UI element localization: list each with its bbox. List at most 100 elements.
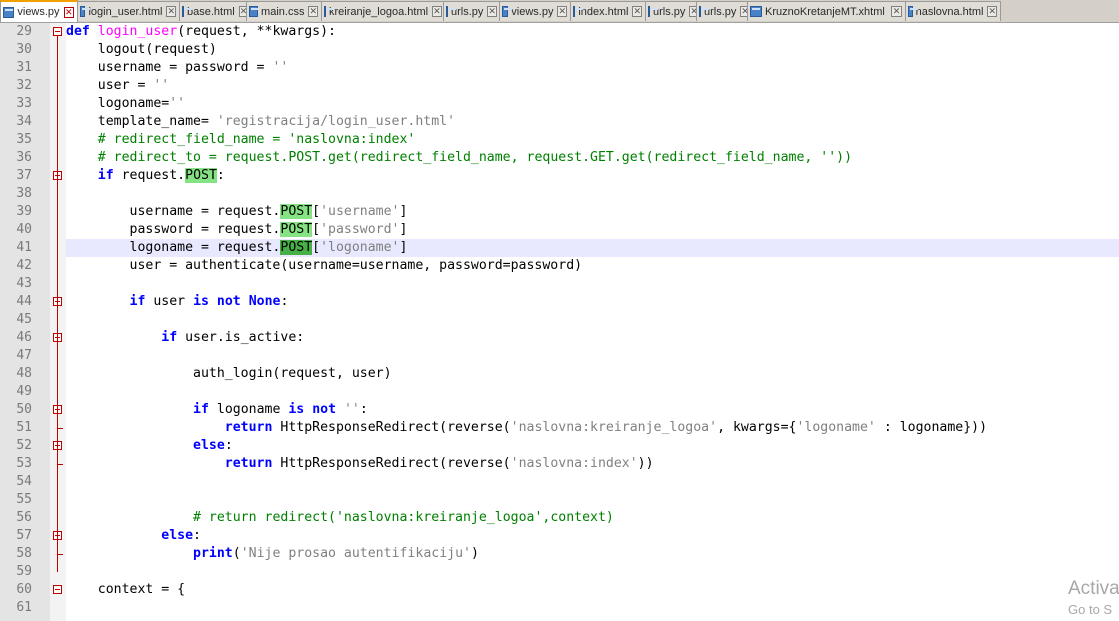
code-line[interactable]: else: <box>66 527 201 545</box>
tab-9[interactable]: urls.py ✕ <box>696 1 750 21</box>
line-number: 60 <box>16 582 32 597</box>
close-icon[interactable]: ✕ <box>891 6 902 17</box>
file-icon <box>446 6 456 17</box>
code-line[interactable]: # redirect_to = request.POST.get(redirec… <box>66 149 852 167</box>
tab-11[interactable]: naslovna.html ✕ <box>905 1 1001 21</box>
line-number: 47 <box>16 348 32 363</box>
line-number: 31 <box>16 60 32 75</box>
code-editor[interactable]: 29 def login_user(request, **kwargs): 30 l… <box>0 23 1119 621</box>
code-line[interactable]: logoname='' <box>66 95 185 113</box>
file-icon <box>249 6 260 17</box>
tab-7[interactable]: index.html ✕ <box>570 1 646 21</box>
code-line[interactable]: return HttpResponseRedirect(reverse('nas… <box>66 455 654 473</box>
file-icon <box>324 6 334 17</box>
code-line[interactable]: if logoname is not '': <box>66 401 368 419</box>
code-line[interactable]: auth_login(request, user) <box>66 365 392 383</box>
line-number: 55 <box>16 492 32 507</box>
close-icon[interactable]: ✕ <box>632 6 642 17</box>
tab-label: index.html <box>578 5 629 18</box>
tab-2[interactable]: base.html ✕ <box>179 1 249 21</box>
tab-label: urls.py <box>451 5 484 18</box>
watermark-line-2: Go to S <box>1068 602 1113 617</box>
line-number: 45 <box>16 312 32 327</box>
line-number: 37 <box>16 168 32 183</box>
code-line[interactable]: return HttpResponseRedirect(reverse('nas… <box>66 419 987 437</box>
tab-label: urls.py <box>704 5 737 18</box>
tab-label: KruznoKretanjeMT.xhtml <box>765 5 885 18</box>
line-number: 34 <box>16 114 32 129</box>
tab-label: urls.py <box>653 5 686 18</box>
line-number: 29 <box>16 24 32 39</box>
line-number: 56 <box>16 510 32 525</box>
line-number: 36 <box>16 150 32 165</box>
code-line[interactable]: # redirect_field_name = 'naslovna:index' <box>66 131 416 149</box>
close-icon[interactable]: ✕ <box>63 6 74 18</box>
tab-bar: views.py ✕ login_user.html ✕ base.html ✕ main.… <box>0 0 1119 23</box>
code-line[interactable]: else: <box>66 437 233 455</box>
file-icon <box>502 6 513 17</box>
code-line[interactable]: def login_user(request, **kwargs): <box>66 23 336 41</box>
tab-5[interactable]: urls.py ✕ <box>443 1 500 21</box>
close-icon[interactable]: ✕ <box>308 6 318 17</box>
tab-label: main.css <box>261 5 305 18</box>
tab-1[interactable]: login_user.html ✕ <box>77 1 180 21</box>
fold-minus-icon[interactable] <box>53 27 62 36</box>
code-line[interactable]: username = password = '' <box>66 59 289 77</box>
tab-label: naslovna.html <box>915 5 984 18</box>
code-line[interactable]: context = { <box>66 581 185 599</box>
line-number: 30 <box>16 42 32 57</box>
line-number: 52 <box>16 438 32 453</box>
file-icon <box>80 6 91 17</box>
code-line[interactable]: logout(request) <box>66 41 217 59</box>
line-number: 39 <box>16 204 32 219</box>
line-number: 32 <box>16 78 32 93</box>
code-line[interactable]: password = request.POST['password'] <box>66 221 407 239</box>
close-icon[interactable]: ✕ <box>557 6 567 17</box>
tab-label: login_user.html <box>88 5 163 18</box>
line-number: 44 <box>16 294 32 309</box>
file-icon <box>750 6 762 17</box>
line-number: 48 <box>16 366 32 381</box>
code-line[interactable]: user = authenticate(username=username, p… <box>66 257 583 275</box>
line-number: 61 <box>16 600 32 615</box>
line-number: 35 <box>16 132 32 147</box>
line-number: 59 <box>16 564 32 579</box>
line-number: 58 <box>16 546 32 561</box>
line-number: 57 <box>16 528 32 543</box>
tab-label: base.html <box>187 5 235 18</box>
line-number: 50 <box>16 402 32 417</box>
fold-end-marker <box>57 464 63 465</box>
close-icon[interactable]: ✕ <box>987 6 997 17</box>
code-line[interactable]: if user is not None: <box>66 293 289 311</box>
tab-4[interactable]: kreiranje_logoa.html ✕ <box>321 1 444 21</box>
code-line[interactable]: template_name= 'registracija/login_user.… <box>66 113 455 131</box>
file-icon <box>3 6 15 18</box>
file-icon <box>182 6 192 17</box>
tab-6[interactable]: views.py ✕ <box>499 1 571 21</box>
tab-10[interactable]: KruznoKretanjeMT.xhtml ✕ <box>747 1 906 21</box>
line-number: 38 <box>16 186 32 201</box>
code-line[interactable]: # return redirect('naslovna:kreiranje_lo… <box>66 509 614 527</box>
watermark-line-1: Activa <box>1068 578 1119 599</box>
code-line[interactable]: if user.is_active: <box>66 329 304 347</box>
line-number: 54 <box>16 474 32 489</box>
code-line[interactable]: print('Nije prosao autentifikaciju') <box>66 545 479 563</box>
close-icon[interactable]: ✕ <box>432 6 442 17</box>
line-number: 53 <box>16 456 32 471</box>
code-line[interactable]: username = request.POST['username'] <box>66 203 407 221</box>
fold-minus-icon[interactable] <box>53 585 62 594</box>
tab-label: kreiranje_logoa.html <box>329 5 429 18</box>
close-icon[interactable]: ✕ <box>166 6 176 17</box>
file-icon <box>573 6 585 17</box>
tab-8[interactable]: urls.py ✕ <box>645 1 699 21</box>
code-line[interactable]: if request.POST: <box>66 167 225 185</box>
line-number: 33 <box>16 96 32 111</box>
tab-0[interactable]: views.py ✕ <box>0 0 78 22</box>
code-line[interactable]: logoname = request.POST['logoname'] <box>66 239 407 257</box>
tab-3[interactable]: main.css ✕ <box>246 1 322 21</box>
close-icon[interactable]: ✕ <box>487 6 497 17</box>
line-number: 41 <box>16 240 32 255</box>
code-line[interactable]: user = '' <box>66 77 169 95</box>
line-number: 42 <box>16 258 32 273</box>
file-icon <box>908 6 918 17</box>
